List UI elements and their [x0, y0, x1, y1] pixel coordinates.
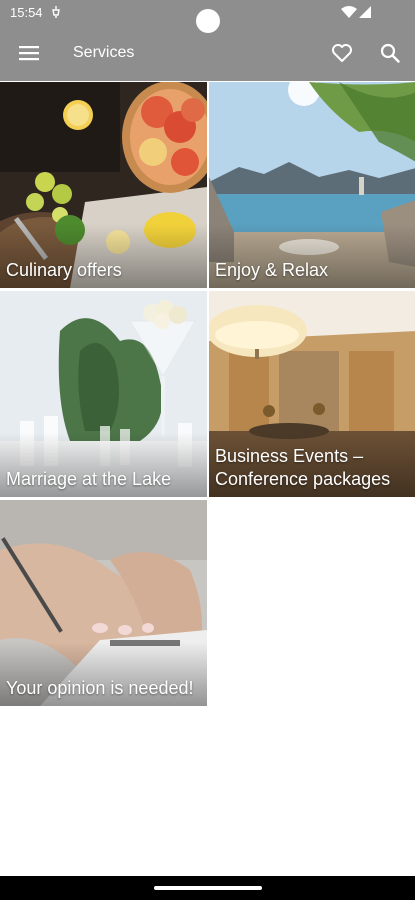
camera-cutout [196, 9, 220, 33]
app-bar: Services [0, 25, 415, 81]
tile-opinion-needed[interactable]: Your opinion is needed! [0, 500, 207, 706]
battery-icon [359, 6, 371, 18]
tile-label: Business Events – Conference packages [215, 446, 391, 489]
status-time: 15:54 [10, 5, 43, 20]
tile-label: Marriage at the Lake [6, 469, 172, 489]
notification-icon [52, 6, 60, 18]
search-button[interactable] [370, 33, 410, 73]
wifi-icon [341, 6, 357, 18]
tile-culinary-offers[interactable]: Culinary offers [0, 82, 207, 288]
search-icon [380, 43, 400, 63]
favorites-button[interactable] [322, 33, 362, 73]
heart-icon [332, 44, 352, 62]
menu-button[interactable] [9, 33, 49, 73]
tile-marriage-lake[interactable]: Marriage at the Lake [0, 291, 207, 497]
tile-label: Enjoy & Relax [215, 260, 329, 280]
tile-label: Culinary offers [6, 260, 122, 280]
navigation-bar [0, 876, 415, 900]
tile-business-events[interactable]: Business Events – Conference packages [209, 291, 415, 497]
page-title: Services [73, 44, 135, 61]
home-gesture-handle[interactable] [154, 886, 262, 890]
hamburger-menu-icon [19, 46, 39, 61]
tile-enjoy-relax[interactable]: Enjoy & Relax [209, 82, 415, 288]
tile-label: Your opinion is needed! [6, 678, 194, 698]
